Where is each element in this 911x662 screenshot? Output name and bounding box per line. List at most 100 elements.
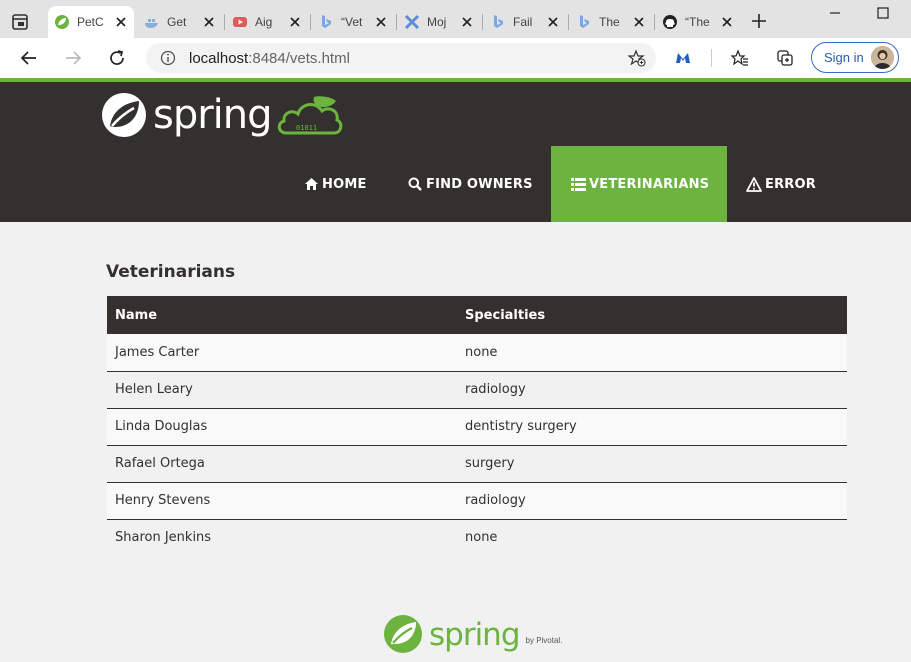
bing-icon [318,14,334,30]
refresh-icon[interactable] [107,48,127,68]
vet-name: Sharon Jenkins [107,519,457,556]
tab-separator [310,14,311,30]
nav-veterinarians-label: VETERINARIANS [589,176,710,192]
tab-title: The [599,15,620,29]
add-favorite-icon[interactable] [628,49,646,67]
browser-tab[interactable]: Moj [398,6,480,38]
youtube-icon [232,14,248,30]
table-row: Henry Stevens radiology [107,482,847,520]
nav-find-owners[interactable]: FIND OWNERS [407,146,533,222]
docker-whale-icon [144,14,160,30]
close-icon[interactable] [202,15,216,29]
forward-arrow-icon[interactable] [63,48,83,68]
vet-name: Henry Stevens [107,482,457,520]
list-icon [570,176,586,192]
tab-title: “Vet [341,15,363,29]
tab-title: “The [685,15,710,29]
home-icon [303,176,319,192]
browser-tab[interactable]: PetC [48,6,134,38]
favorites-icon[interactable] [730,48,750,68]
footer-spring-logo: spring by Pivotal. [383,614,562,654]
toolbar-divider [711,49,712,67]
browser-toolbar: localhost:8484/vets.html Sign in [0,38,911,78]
vet-specialties: surgery [457,445,847,483]
footer-by-pivotal: by Pivotal. [525,636,563,645]
new-tab-icon[interactable] [750,12,768,30]
cloud-leaf-icon: 01011 [277,96,342,135]
nav-veterinarians[interactable]: VETERINARIANS [551,146,727,222]
site-header: spring 01011 HOME FIND OWNERS VETERINARI… [0,82,911,222]
info-icon[interactable] [160,50,176,66]
malwarebytes-extension-icon[interactable] [673,48,693,68]
warning-icon [746,176,762,192]
brand-wordmark: spring [153,92,273,138]
browser-tab[interactable]: The [570,6,652,38]
close-icon[interactable] [114,15,128,29]
address-bar[interactable]: localhost:8484/vets.html [146,43,656,73]
browser-tab[interactable]: Fail [484,6,566,38]
close-icon[interactable] [374,15,388,29]
footer-wordmark: spring [429,617,521,653]
spring-leaf-icon [384,615,422,653]
browser-tab[interactable]: Get [138,6,222,38]
table-header-row: Name Specialties [107,296,847,334]
tab-separator [224,14,225,30]
table-row: Sharon Jenkins none [107,519,847,556]
close-icon[interactable] [546,15,560,29]
main-nav: HOME FIND OWNERS VETERINARIANS ERROR [0,146,911,222]
tab-actions-icon[interactable] [10,12,30,32]
vet-specialties: none [457,519,847,556]
browser-tab-strip: PetC Get Aig “Vet Moj Fail The “The [0,0,911,38]
close-icon[interactable] [632,15,646,29]
close-icon[interactable] [460,15,474,29]
browser-tab[interactable]: Aig [226,6,308,38]
url-path: :8484/vets.html [248,50,350,67]
url-text: localhost:8484/vets.html [189,50,350,67]
vet-specialties: none [457,334,847,372]
tab-title: Moj [427,15,447,29]
bing-icon [576,14,592,30]
nav-home[interactable]: HOME [303,146,367,222]
tab-separator [654,14,655,30]
search-icon [407,176,423,192]
nav-error[interactable]: ERROR [746,146,816,222]
spring-logo[interactable]: spring 01011 [101,92,344,138]
nav-home-label: HOME [322,176,367,192]
maximize-icon[interactable] [876,6,890,20]
column-header-name: Name [107,296,457,334]
tab-title: Get [167,15,187,29]
vet-name: James Carter [107,334,457,372]
vet-specialties: radiology [457,371,847,409]
close-icon[interactable] [288,15,302,29]
tab-separator [396,14,397,30]
page-title: Veterinarians [106,262,236,282]
browser-tab[interactable]: “The [656,6,740,38]
browser-tab[interactable]: “Vet [312,6,394,38]
sign-in-label: Sign in [824,50,864,65]
table-row: Rafael Ortega surgery [107,445,847,483]
collections-icon[interactable] [775,48,795,68]
table-row: James Carter none [107,334,847,372]
sign-in-button[interactable]: Sign in [811,42,899,73]
vet-specialties: dentistry surgery [457,408,847,446]
vet-name: Linda Douglas [107,408,457,446]
bing-icon [490,14,506,30]
minimize-icon[interactable] [828,6,842,20]
table-row: Helen Leary radiology [107,371,847,409]
github-icon [662,14,678,30]
svg-text:01011: 01011 [296,124,317,132]
back-arrow-icon[interactable] [19,48,39,68]
spring-leaf-icon [54,14,70,30]
vet-name: Helen Leary [107,371,457,409]
tab-separator [568,14,569,30]
nav-find-owners-label: FIND OWNERS [426,176,533,192]
cross-x-icon [404,14,420,30]
close-icon[interactable] [720,15,734,29]
vet-specialties: radiology [457,482,847,520]
spring-leaf-icon [102,93,146,137]
tab-title: Fail [513,15,533,29]
url-host: localhost [189,50,249,67]
avatar [871,46,894,69]
tab-title: PetC [77,15,104,29]
tab-separator [482,14,483,30]
